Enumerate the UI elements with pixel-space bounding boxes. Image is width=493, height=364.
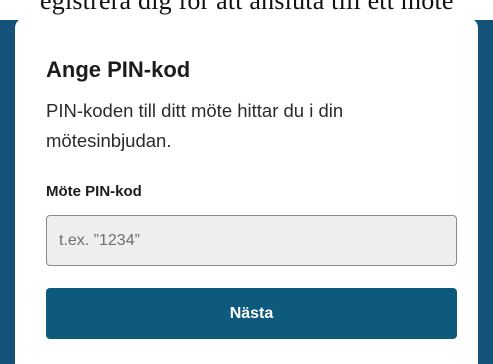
clipped-header-text: egistrera dig för att ansluta till ett m… (40, 0, 454, 15)
dialog-description: PIN-koden till ditt möte hittar du i din… (46, 100, 344, 151)
pin-dialog: Ange PIN-kod PIN-koden till ditt möte hi… (15, 18, 478, 364)
top-strip: egistrera dig för att ansluta till ett m… (0, 0, 493, 20)
dialog-title: Ange PIN-kod (46, 57, 191, 82)
pin-input[interactable] (46, 215, 457, 266)
next-button[interactable]: Nästa (46, 288, 457, 339)
pin-label: Möte PIN-kod (46, 183, 142, 200)
